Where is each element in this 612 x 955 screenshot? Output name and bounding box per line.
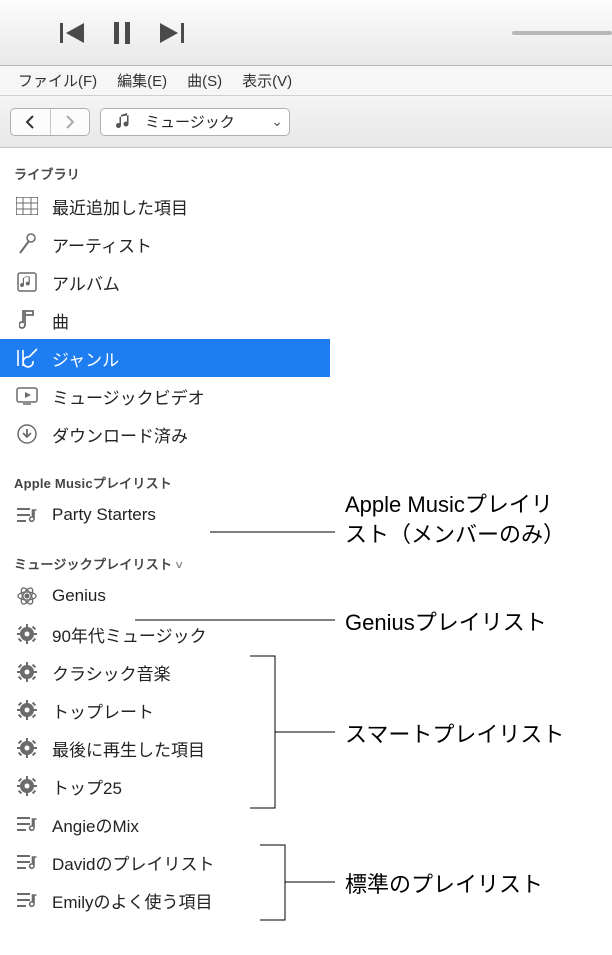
sidebar-item-label: ジャンル xyxy=(52,346,119,371)
pause-button[interactable] xyxy=(114,22,130,44)
playlist-icon xyxy=(14,506,40,524)
microphone-icon xyxy=(14,233,40,255)
sidebar-item-label: ミュージックビデオ xyxy=(52,384,205,409)
guitar-icon xyxy=(14,347,40,369)
volume-slider[interactable] xyxy=(512,31,612,35)
sidebar-item-label: AngieのMix xyxy=(52,812,139,837)
sidebar-item-recently-added[interactable]: 最近追加した項目 xyxy=(0,187,330,225)
gear-icon xyxy=(14,662,40,682)
sidebar-item-label: クラシック音楽 xyxy=(52,660,171,685)
sidebar-item-smart-top-rated[interactable]: トップレート xyxy=(0,691,330,729)
genius-icon xyxy=(14,585,40,607)
callout-apple-music: Apple Musicプレイリ スト（メンバーのみ） xyxy=(345,490,565,549)
sidebar-item-label: 90年代ミュージック xyxy=(52,622,207,647)
sidebar-item-smart-90s[interactable]: 90年代ミュージック xyxy=(0,615,330,653)
gear-icon xyxy=(14,624,40,644)
sidebar-item-genres[interactable]: ジャンル xyxy=(0,339,330,377)
sidebar-item-label: 最後に再生した項目 xyxy=(52,736,205,761)
sidebar-item-albums[interactable]: アルバム xyxy=(0,263,330,301)
sidebar-item-smart-recently-played[interactable]: 最後に再生した項目 xyxy=(0,729,330,767)
sidebar-item-std-angie[interactable]: AngieのMix xyxy=(0,805,330,843)
menu-bar: ファイル(F) 編集(E) 曲(S) 表示(V) xyxy=(0,66,612,96)
playlist-icon xyxy=(14,815,40,833)
sidebar-item-label: トップ25 xyxy=(52,774,122,799)
sidebar-item-label: Emilyのよく使う項目 xyxy=(52,888,213,913)
sidebar-item-label: 最近追加した項目 xyxy=(52,194,188,219)
nav-toolbar: ミュージック ⌄ xyxy=(0,96,612,148)
library-header: ライブラリ xyxy=(0,158,330,187)
sidebar-item-label: Party Starters xyxy=(52,505,156,525)
menu-song[interactable]: 曲(S) xyxy=(177,66,232,95)
menu-edit[interactable]: 編集(E) xyxy=(107,66,177,95)
menu-view[interactable]: 表示(V) xyxy=(232,66,302,95)
callout-genius: Geniusプレイリスト xyxy=(345,608,547,638)
sidebar-item-label: アーティスト xyxy=(52,232,152,257)
playlist-icon xyxy=(14,853,40,871)
gear-icon xyxy=(14,776,40,796)
sidebar-item-std-david[interactable]: Davidのプレイリスト xyxy=(0,843,330,881)
sidebar-item-label: 曲 xyxy=(52,308,69,333)
album-icon xyxy=(14,272,40,292)
nav-forward-button[interactable] xyxy=(50,109,90,135)
player-bar xyxy=(0,0,612,66)
section-select-label: ミュージック xyxy=(145,111,235,132)
nav-arrows xyxy=(10,108,90,136)
download-icon xyxy=(14,424,40,444)
sidebar-item-music-videos[interactable]: ミュージックビデオ xyxy=(0,377,330,415)
grid-icon xyxy=(14,197,40,215)
apple-music-playlists-header: Apple Musicプレイリスト xyxy=(0,467,330,496)
music-note-icon xyxy=(111,113,137,131)
sidebar-item-smart-classical[interactable]: クラシック音楽 xyxy=(0,653,330,691)
sidebar-item-label: ダウンロード済み xyxy=(52,422,188,447)
callout-standard: 標準のプレイリスト xyxy=(345,870,543,900)
menu-file[interactable]: ファイル(F) xyxy=(8,66,107,95)
gear-icon xyxy=(14,738,40,758)
sidebar-item-label: トップレート xyxy=(52,698,154,723)
sidebar-item-party-starters[interactable]: Party Starters xyxy=(0,496,330,534)
playlist-icon xyxy=(14,891,40,909)
player-controls xyxy=(60,22,184,44)
previous-button[interactable] xyxy=(60,23,86,43)
sidebar-item-downloaded[interactable]: ダウンロード済み xyxy=(0,415,330,453)
callout-smart: スマートプレイリスト xyxy=(345,720,564,750)
sidebar-item-genius[interactable]: Genius xyxy=(0,577,330,615)
video-icon xyxy=(14,387,40,405)
section-select[interactable]: ミュージック ⌄ xyxy=(100,108,290,136)
sidebar-item-artists[interactable]: アーティスト xyxy=(0,225,330,263)
sidebar-item-label: アルバム xyxy=(52,270,120,295)
next-button[interactable] xyxy=(158,23,184,43)
gear-icon xyxy=(14,700,40,720)
sidebar-item-std-emily[interactable]: Emilyのよく使う項目 xyxy=(0,881,330,919)
nav-back-button[interactable] xyxy=(11,109,50,135)
music-playlists-header[interactable]: ミュージックプレイリスト xyxy=(0,548,330,577)
sidebar-item-label: Genius xyxy=(52,586,106,606)
sidebar-item-label: Davidのプレイリスト xyxy=(52,850,214,875)
chevron-down-icon: ⌄ xyxy=(271,113,283,130)
sidebar-item-smart-top25[interactable]: トップ25 xyxy=(0,767,330,805)
note-icon xyxy=(14,309,40,331)
sidebar-item-songs[interactable]: 曲 xyxy=(0,301,330,339)
sidebar: ライブラリ 最近追加した項目 アーティスト アルバム 曲 ジャンル ミ xyxy=(0,148,330,919)
